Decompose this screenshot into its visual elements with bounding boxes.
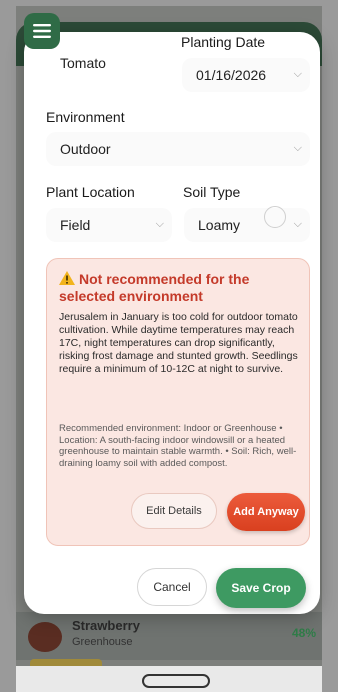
alert-title: Not recommended for the selected environ… (59, 271, 299, 305)
environment-label: Environment (46, 109, 125, 125)
alert-body: Jerusalem in January is too cold for out… (59, 311, 298, 375)
plant-location-select[interactable]: Field ⌵ (46, 208, 172, 242)
crop-thumbnail (28, 622, 62, 652)
save-crop-button[interactable]: Save Crop (216, 568, 306, 608)
cancel-button[interactable]: Cancel (137, 568, 207, 606)
chevron-down-icon: ⌵ (293, 142, 302, 154)
edit-details-button[interactable]: Edit Details (131, 493, 217, 529)
environment-value: Outdoor (60, 141, 111, 157)
touch-indicator (264, 206, 286, 228)
environment-select[interactable]: Outdoor ⌵ (46, 132, 310, 166)
add-crop-modal: Planting Date Tomato 01/16/2026 ⌵ Enviro… (24, 32, 320, 614)
planting-date-field[interactable]: 01/16/2026 ⌵ (182, 58, 310, 92)
plant-location-label: Plant Location (46, 184, 135, 200)
warning-icon (59, 271, 75, 285)
chevron-down-icon: ⌵ (155, 218, 164, 230)
menu-icon (33, 24, 51, 38)
planting-date-value: 01/16/2026 (196, 67, 267, 83)
soil-type-label: Soil Type (183, 184, 241, 200)
soil-type-select[interactable]: Loamy ⌵ (184, 208, 310, 242)
background-crop-name: Strawberry (72, 618, 140, 633)
crop-select[interactable]: Tomato (46, 46, 166, 80)
chevron-down-icon: ⌵ (293, 218, 302, 230)
add-anyway-button[interactable]: Add Anyway (227, 493, 305, 531)
planting-date-label: Planting Date (181, 34, 266, 50)
background-crop-location: Greenhouse (72, 636, 133, 648)
chevron-down-icon: ⌵ (293, 68, 302, 80)
soil-type-value: Loamy (198, 217, 241, 233)
plant-location-value: Field (60, 217, 91, 233)
alert-title-text: Not recommended for the selected environ… (59, 271, 250, 304)
not-recommended-alert: Not recommended for the selected environ… (46, 258, 310, 546)
alert-recommendation: Recommended environment: Indoor or Green… (59, 423, 297, 469)
crop-value: Tomato (60, 55, 106, 71)
home-indicator[interactable] (142, 674, 210, 688)
background-crop-percent: 48% (291, 626, 316, 640)
menu-button[interactable] (24, 13, 60, 49)
